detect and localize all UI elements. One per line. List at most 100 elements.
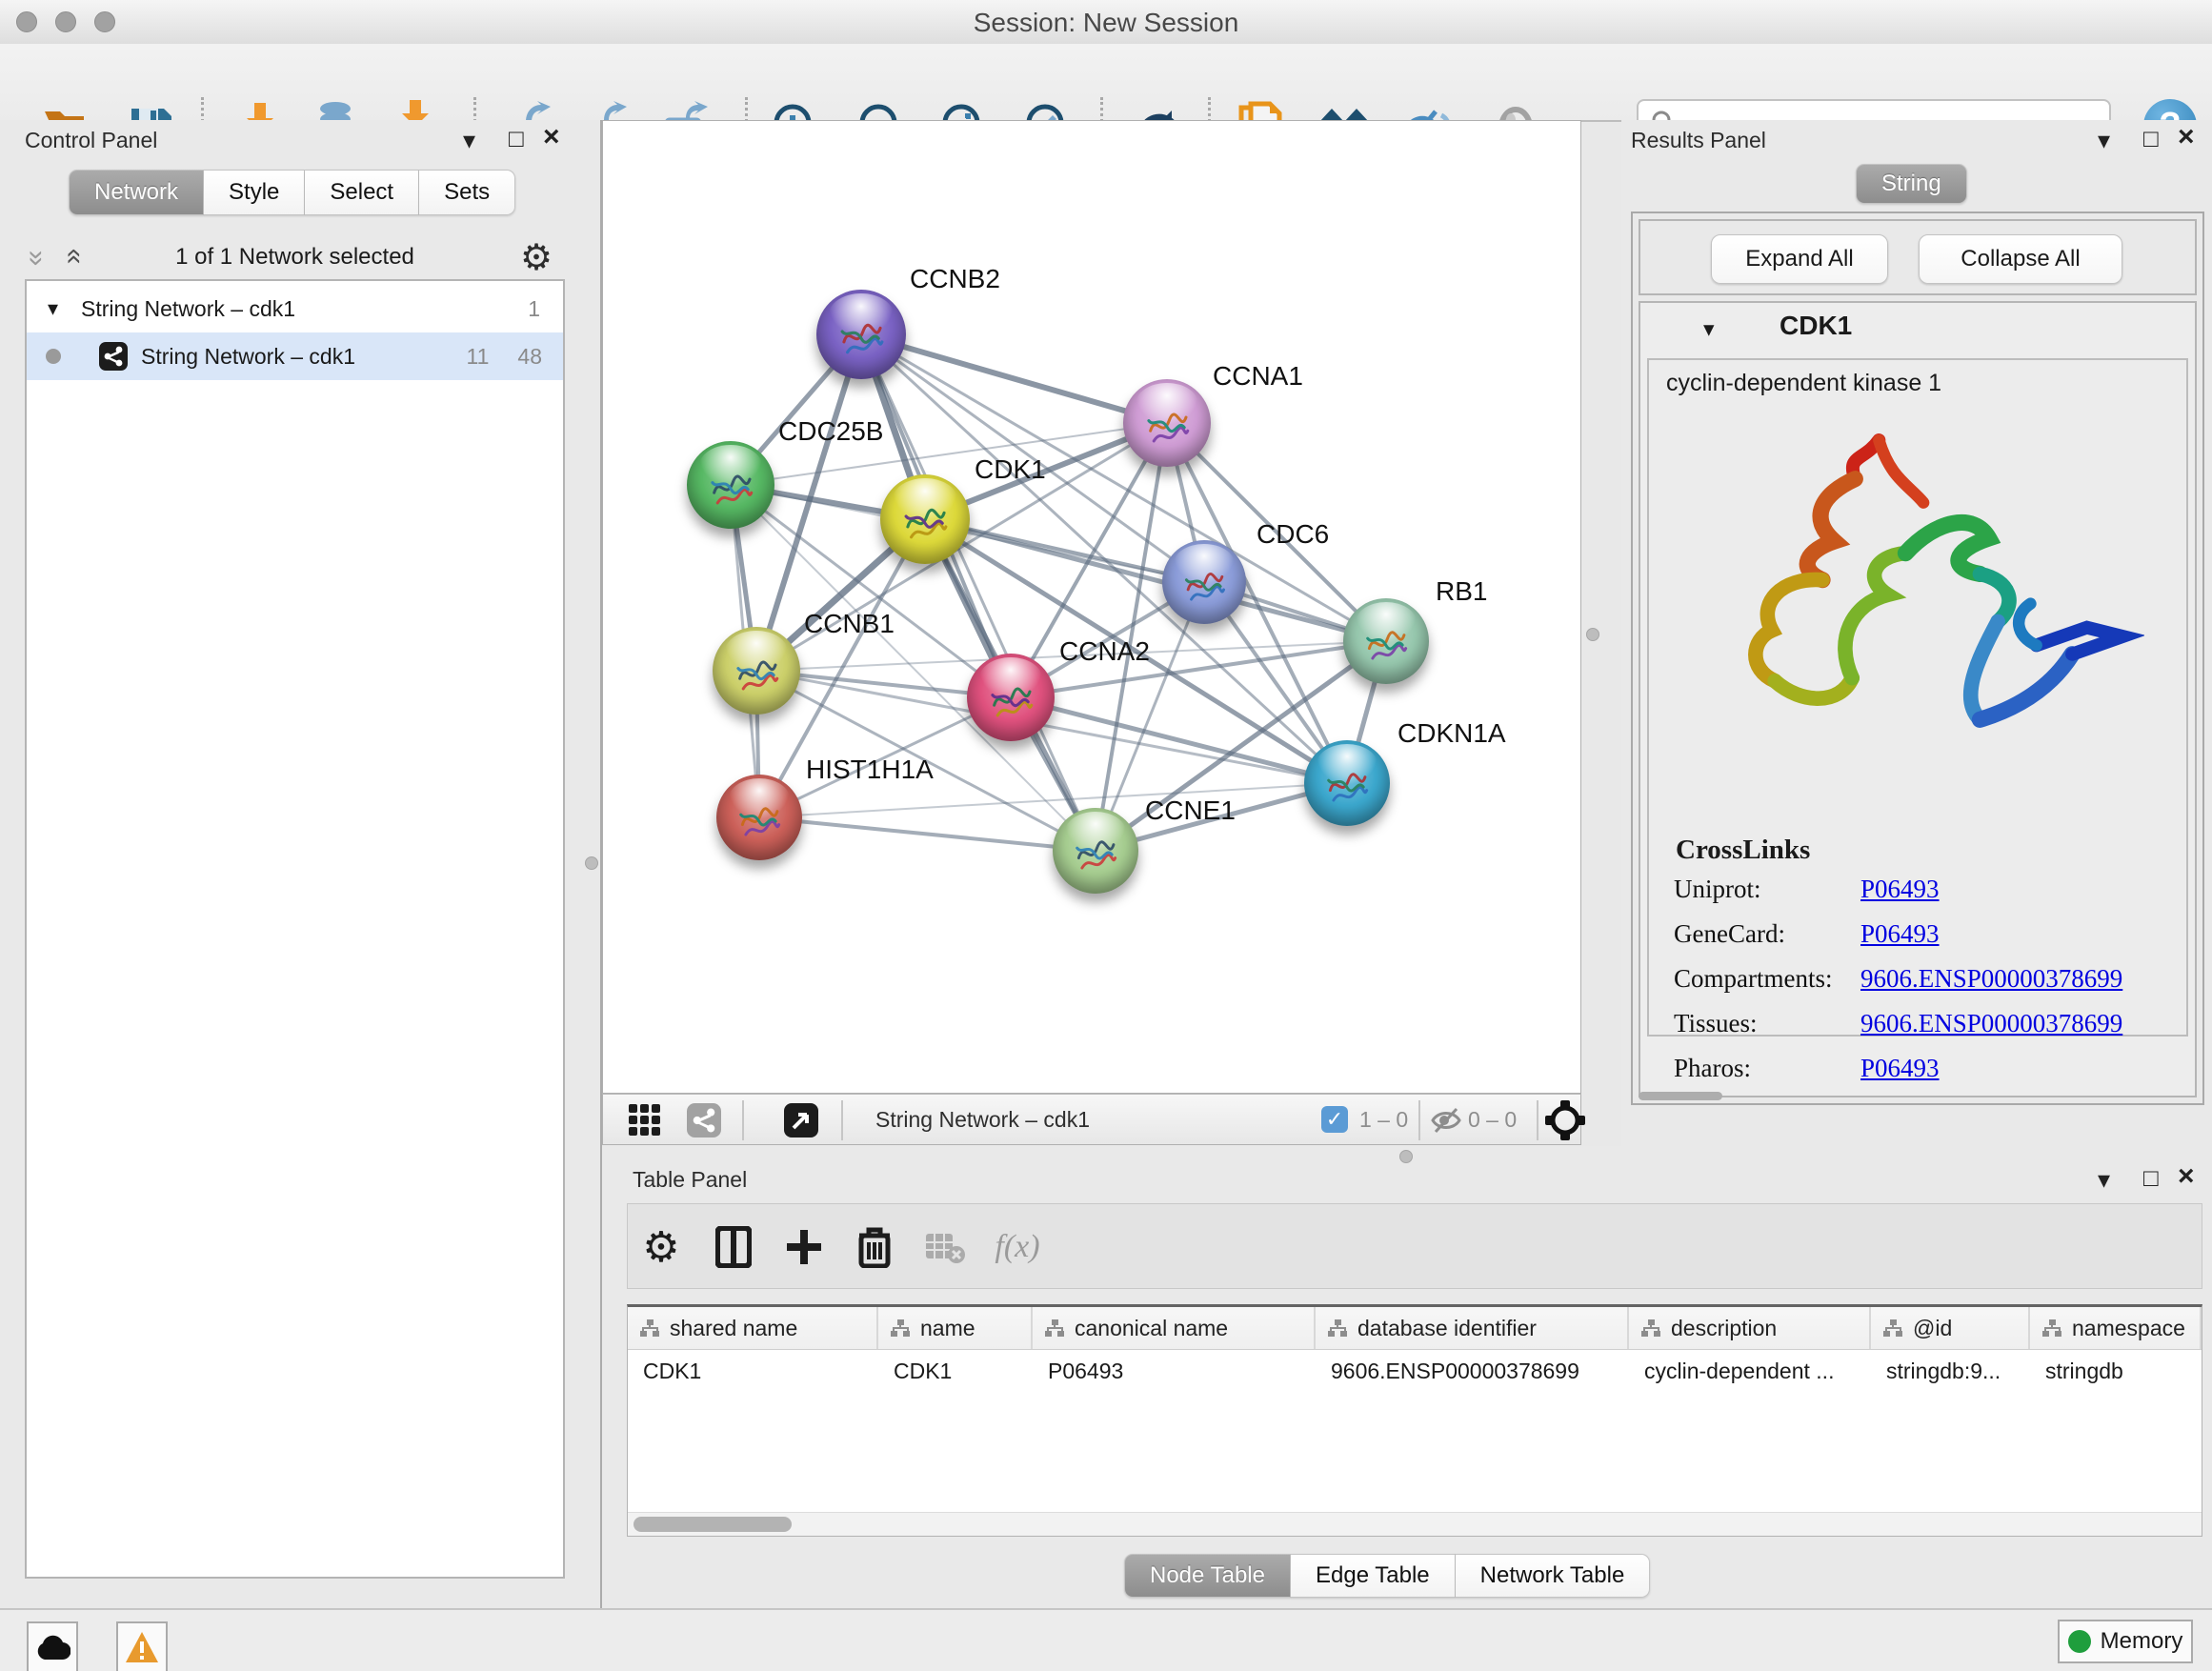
node-CDKN1A[interactable]: [1304, 740, 1390, 826]
protein-expander-icon[interactable]: ▾: [1703, 316, 1715, 342]
tab-network-table[interactable]: Network Table: [1456, 1554, 1651, 1598]
collapse-all-button[interactable]: Collapse All: [1919, 234, 2122, 284]
column-header-database-identifier[interactable]: database identifier: [1316, 1307, 1629, 1349]
column-header-name[interactable]: name: [878, 1307, 1033, 1349]
network-selection-status: 1 of 1 Network selected: [25, 244, 565, 271]
column-header-namespace[interactable]: namespace: [2030, 1307, 2202, 1349]
vertical-splitter-handle[interactable]: [1586, 628, 1599, 641]
table-cell[interactable]: P06493: [1033, 1350, 1316, 1392]
crosslink-link[interactable]: 9606.ENSP00000378699: [1860, 964, 2122, 994]
node-CDC25B[interactable]: [687, 441, 774, 529]
tab-edge-table[interactable]: Edge Table: [1291, 1554, 1456, 1598]
tab-style[interactable]: Style: [204, 170, 305, 215]
crosslink-link[interactable]: P06493: [1860, 1054, 1940, 1083]
node-CCNE1[interactable]: [1053, 808, 1138, 894]
network-options-gear-icon[interactable]: ⚙: [520, 236, 553, 279]
control-panel-menu-icon[interactable]: ▾: [463, 126, 475, 154]
table-cell[interactable]: stringdb:9...: [1871, 1350, 2030, 1392]
share-network-icon[interactable]: [687, 1103, 721, 1142]
edge-CDKN1A-HIST1H1A[interactable]: [759, 783, 1347, 817]
crosslink-link[interactable]: 9606.ENSP00000378699: [1860, 1009, 2122, 1038]
crosslink-label: GeneCard:: [1674, 919, 1860, 949]
column-hierarchy-icon: [1044, 1319, 1065, 1338]
results-hscroll-thumb[interactable]: [1639, 1092, 1722, 1100]
edge-layer: [603, 121, 1582, 1095]
table-cell[interactable]: CDK1: [878, 1350, 1033, 1392]
column-header-label: database identifier: [1357, 1316, 1537, 1341]
network-canvas[interactable]: CCNB2 CCNA1 CDC25B CDK1 CDC6 RB1: [602, 120, 1581, 1094]
birds-eye-view-icon[interactable]: [1544, 1099, 1586, 1146]
table-hscroll-thumb[interactable]: [633, 1517, 792, 1532]
toolbar-separator: [1537, 1100, 1538, 1140]
crosslink-row: Compartments:9606.ENSP00000378699: [1674, 964, 2122, 994]
tab-network[interactable]: Network: [69, 170, 204, 215]
protein-structure-thumb: [1139, 402, 1196, 453]
horizontal-splitter-handle[interactable]: [1399, 1150, 1413, 1163]
vertical-splitter-handle[interactable]: [585, 856, 598, 870]
table-panel-close-icon[interactable]: ×: [2178, 1162, 2195, 1191]
protein-structure-thumb: [1319, 762, 1375, 812]
table-cell[interactable]: cyclin-dependent ...: [1629, 1350, 1871, 1392]
protein-name: CDK1: [1780, 311, 1852, 341]
node-CCNB1[interactable]: [713, 627, 800, 715]
warnings-button[interactable]: [116, 1621, 168, 1671]
column-header-canonical-name[interactable]: canonical name: [1033, 1307, 1316, 1349]
crosslink-row: Tissues:9606.ENSP00000378699: [1674, 1009, 2122, 1038]
table-cell[interactable]: stringdb: [2030, 1350, 2202, 1392]
crosslink-label: Compartments:: [1674, 964, 1860, 994]
tab-string[interactable]: String: [1856, 164, 1967, 204]
expand-all-button[interactable]: Expand All: [1711, 234, 1888, 284]
tab-sets[interactable]: Sets: [419, 170, 515, 215]
tab-select[interactable]: Select: [305, 170, 419, 215]
results-panel-menu-icon[interactable]: ▾: [2098, 126, 2110, 154]
column-header-shared-name[interactable]: shared name: [628, 1307, 878, 1349]
tab-node-table[interactable]: Node Table: [1124, 1554, 1291, 1598]
table-panel-menu-icon[interactable]: ▾: [2098, 1165, 2110, 1194]
detach-view-icon[interactable]: [784, 1103, 818, 1142]
table-row[interactable]: CDK1CDK1P064939606.ENSP00000378699cyclin…: [628, 1350, 2202, 1392]
crosslink-link[interactable]: P06493: [1860, 875, 1940, 904]
crosslink-row: Uniprot:P06493: [1674, 875, 1940, 904]
control-panel-float-icon[interactable]: □: [509, 124, 524, 152]
node-CDC6[interactable]: [1162, 540, 1246, 624]
network-collection-row[interactable]: ▾ String Network – cdk1 1: [27, 285, 563, 332]
grid-view-icon[interactable]: [628, 1103, 662, 1142]
window-title: Session: New Session: [0, 8, 2212, 38]
node-label-CDKN1A: CDKN1A: [1398, 718, 1506, 749]
hidden-eye-icon: [1430, 1106, 1462, 1139]
crosslink-link[interactable]: P06493: [1860, 919, 1940, 949]
column-header-@id[interactable]: @id: [1871, 1307, 2030, 1349]
node-CCNB2[interactable]: [816, 290, 906, 379]
main-toolbar: ?: [0, 44, 2212, 122]
node-RB1[interactable]: [1343, 598, 1429, 684]
results-panel-float-icon[interactable]: □: [2143, 124, 2159, 152]
cloud-status-button[interactable]: [27, 1621, 78, 1671]
table-panel-float-icon[interactable]: □: [2143, 1163, 2159, 1192]
node-CCNA1[interactable]: [1123, 379, 1211, 467]
delete-column-icon[interactable]: [849, 1221, 900, 1273]
show-columns-icon[interactable]: [708, 1221, 759, 1273]
add-column-icon[interactable]: [778, 1221, 830, 1273]
table-settings-gear-icon[interactable]: ⚙: [635, 1221, 687, 1273]
column-header-description[interactable]: description: [1629, 1307, 1871, 1349]
column-header-label: name: [920, 1316, 975, 1341]
table-cell[interactable]: 9606.ENSP00000378699: [1316, 1350, 1629, 1392]
control-panel-tabs: NetworkStyleSelectSets: [69, 170, 515, 215]
node-CCNA2[interactable]: [967, 654, 1055, 741]
results-panel-close-icon[interactable]: ×: [2178, 123, 2195, 151]
network-row[interactable]: String Network – cdk1 11 48: [27, 332, 563, 380]
column-hierarchy-icon: [1882, 1319, 1903, 1338]
column-hierarchy-icon: [1640, 1319, 1661, 1338]
results-panel-title: Results Panel: [1631, 128, 1766, 153]
node-HIST1H1A[interactable]: [716, 775, 802, 860]
control-panel-close-icon[interactable]: ×: [543, 123, 560, 151]
selected-checkbox-icon[interactable]: ✓: [1321, 1106, 1348, 1133]
node-label-CCNA1: CCNA1: [1213, 361, 1303, 392]
table-hscrollbar[interactable]: [628, 1512, 2202, 1536]
table-cell[interactable]: CDK1: [628, 1350, 878, 1392]
column-hierarchy-icon: [639, 1319, 660, 1338]
title-bar: Session: New Session: [0, 0, 2212, 45]
node-CDK1[interactable]: [880, 474, 970, 564]
memory-button[interactable]: Memory: [2058, 1620, 2193, 1663]
collection-expander-icon[interactable]: ▾: [48, 296, 58, 321]
